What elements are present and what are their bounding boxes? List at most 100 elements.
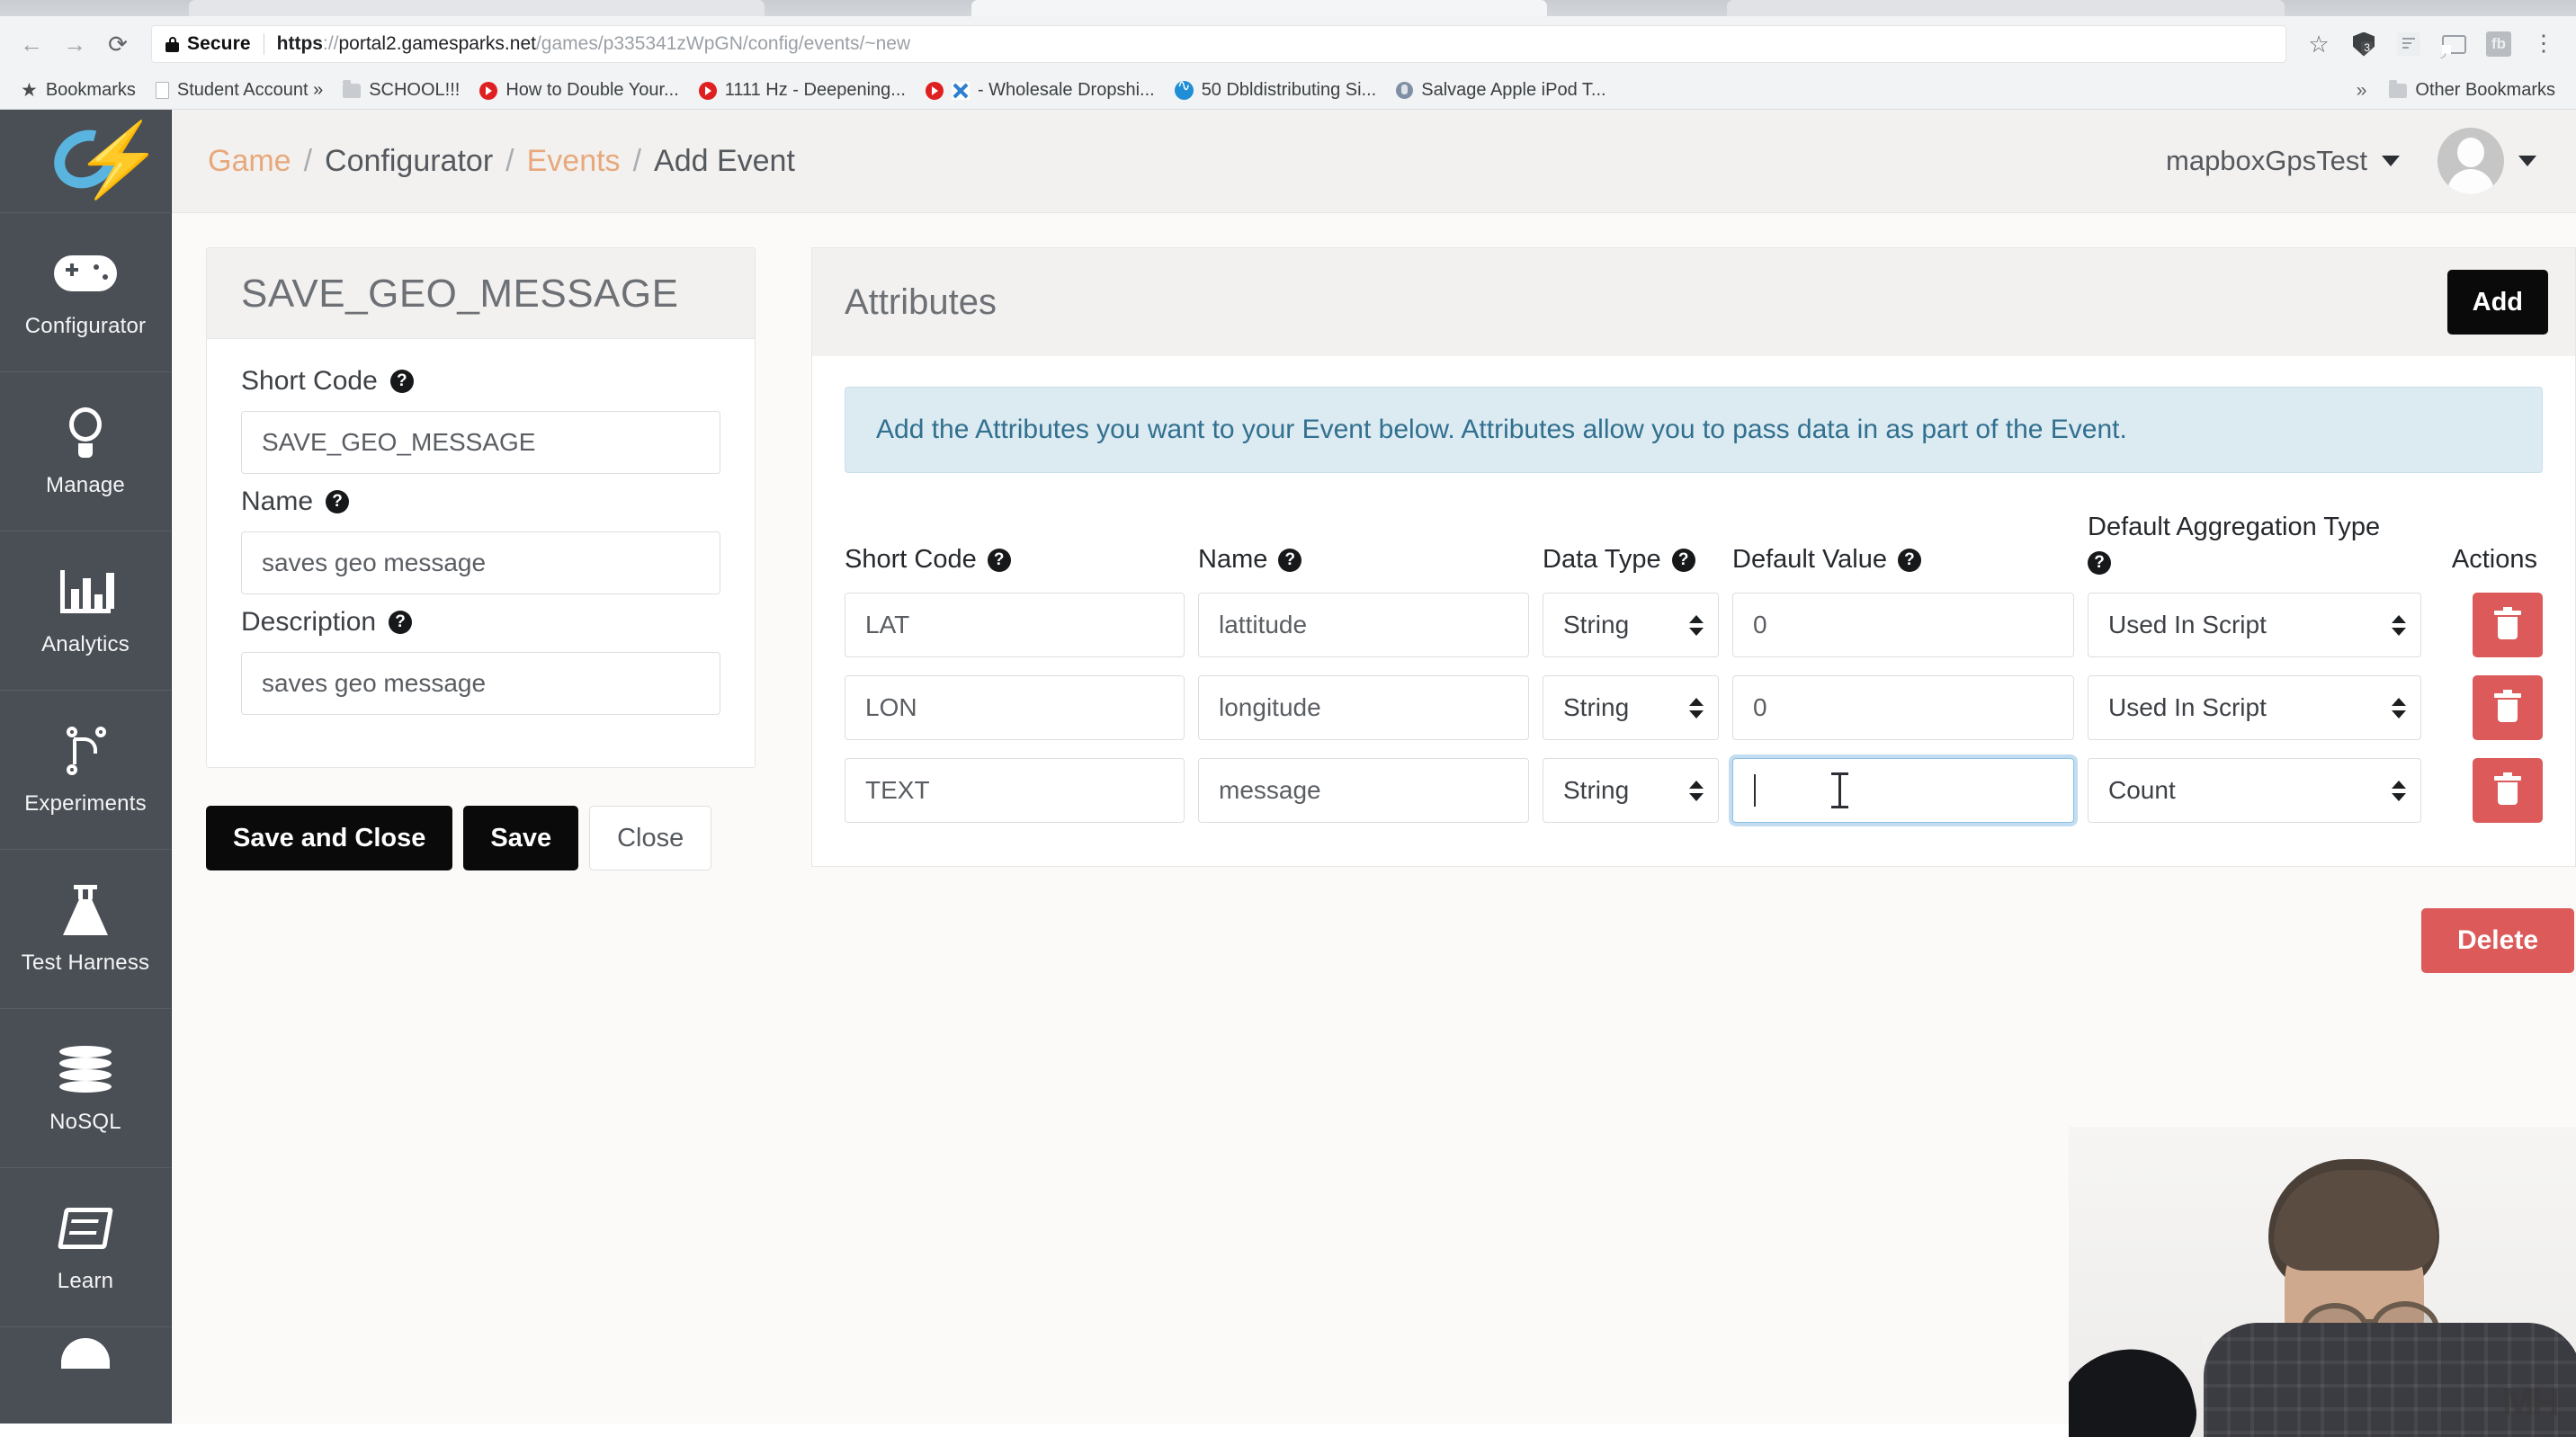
bookmark-item-how-to-double[interactable]: How to Double Your... (470, 76, 688, 106)
adblock-shield-icon[interactable]: 3 (2344, 24, 2384, 64)
back-arrow-icon[interactable]: ← (13, 25, 50, 63)
bookmark-item-bookmarks[interactable]: ★ Bookmarks (11, 76, 146, 106)
row-short-code-input[interactable] (845, 758, 1185, 824)
event-action-buttons: Save and Close Save Close (206, 806, 756, 870)
ublock-icon[interactable]: fb (2479, 24, 2518, 64)
user-menu[interactable] (2437, 128, 2536, 194)
row-aggregation-value: Count (2108, 776, 2176, 805)
row-default-value-input[interactable] (1732, 593, 2074, 658)
sidebar-item-analytics[interactable]: Analytics (0, 531, 171, 691)
row-aggregation-select[interactable]: Used In Script (2088, 675, 2421, 741)
sidebar-item-label: Configurator (24, 314, 147, 338)
main-content: Game / Configurator / Events / Add Event… (172, 110, 2576, 1437)
lock-icon (165, 36, 179, 52)
question-mark-icon[interactable]: ? (987, 548, 1011, 572)
bookmark-item-wholesale-dropship[interactable]: - Wholesale Dropshi... (916, 76, 1165, 106)
sidebar-item-test-harness[interactable]: Test Harness (0, 850, 171, 1009)
close-button[interactable]: Close (589, 806, 712, 870)
question-mark-icon[interactable]: ? (2088, 551, 2111, 576)
row-delete-button[interactable] (2473, 675, 2543, 741)
row-name-input[interactable] (1198, 675, 1529, 741)
sidebar-item-learn[interactable]: Learn (0, 1168, 171, 1327)
sidebar-item-manage[interactable]: Manage (0, 372, 171, 531)
gamesparks-app: ⚡ Configurator Manage Analytics Experime… (0, 110, 2576, 1437)
sidebar-item-partial[interactable] (0, 1327, 171, 1381)
sidebar-item-configurator[interactable]: Configurator (0, 213, 171, 372)
bookmark-star-icon[interactable]: ☆ (2299, 24, 2339, 64)
chrome-menu-icon[interactable]: ⋮ (2524, 24, 2563, 64)
bookmark-label: SCHOOL!!! (369, 80, 461, 100)
tab-strip[interactable] (0, 0, 2576, 16)
save-and-close-button[interactable]: Save and Close (206, 806, 453, 870)
save-button[interactable]: Save (463, 806, 579, 870)
row-aggregation-select[interactable]: Count (2088, 758, 2421, 824)
name-input[interactable] (241, 531, 720, 594)
row-data-type-select[interactable]: String (1543, 593, 1719, 658)
bookmarks-overflow-icon[interactable]: » (2344, 80, 2380, 102)
question-mark-icon[interactable]: ? (1897, 548, 1921, 572)
question-mark-icon[interactable]: ? (1278, 548, 1302, 572)
bookmark-item-student-account[interactable]: Student Account » (146, 76, 333, 106)
row-default-value-input[interactable] (1732, 758, 2074, 824)
gamesparks-logo[interactable]: ⚡ (0, 110, 171, 213)
folder-icon (2389, 79, 2408, 98)
sidebar-item-experiments[interactable]: Experiments (0, 691, 171, 850)
row-default-value-input[interactable] (1732, 675, 2074, 741)
add-attribute-button[interactable]: Add (2446, 270, 2548, 335)
browser-tab[interactable] (971, 0, 1547, 16)
breadcrumb-events[interactable]: Events (527, 144, 621, 179)
breadcrumb-game[interactable]: Game (208, 144, 291, 179)
short-code-input[interactable] (241, 411, 720, 474)
forward-arrow-icon[interactable]: → (56, 25, 94, 63)
question-mark-icon[interactable]: ? (326, 490, 350, 513)
event-details-card: SAVE_GEO_MESSAGE Short Code ? SAVE_GEO_M… (206, 247, 756, 768)
other-bookmarks-folder[interactable]: Other Bookmarks (2379, 76, 2565, 106)
row-data-type-value: String (1563, 611, 1630, 639)
description-input[interactable] (241, 652, 720, 715)
browser-tab[interactable] (1727, 0, 2285, 16)
reload-icon[interactable]: ⟳ (99, 25, 137, 63)
column-label: Default Aggregation Type (2088, 513, 2381, 541)
extension-lines-icon[interactable] (2389, 24, 2428, 64)
address-bar[interactable]: Secure https://portal2.gamesparks.net/ga… (151, 25, 2286, 63)
field-description: Description ? (241, 607, 720, 715)
cloud-icon (61, 1338, 110, 1369)
row-delete-button[interactable] (2473, 758, 2543, 824)
database-icon (59, 1041, 112, 1097)
channel-watermark: MH (2501, 1380, 2560, 1424)
row-short-code-input[interactable] (845, 675, 1185, 741)
row-data-type-select[interactable]: String (1543, 675, 1719, 741)
bookmark-item-1111hz[interactable]: 1111 Hz - Deepening... (689, 76, 916, 106)
row-data-type-select[interactable]: String (1543, 758, 1719, 824)
sidebar-item-label: Experiments (24, 791, 147, 816)
cast-icon[interactable] (2434, 24, 2473, 64)
game-selector[interactable]: mapboxGpsTest (2166, 145, 2400, 177)
row-aggregation-select[interactable]: Used In Script (2088, 593, 2421, 658)
question-mark-icon[interactable]: ? (389, 611, 413, 634)
attributes-footer: Delete (811, 908, 2576, 974)
row-delete-button[interactable] (2473, 593, 2543, 658)
star-icon: ★ (21, 80, 38, 101)
bookmark-item-school[interactable]: SCHOOL!!! (333, 76, 470, 106)
question-mark-icon[interactable]: ? (389, 370, 414, 393)
delete-event-button[interactable]: Delete (2420, 908, 2574, 974)
bookmark-item-salvage-apple-ipod[interactable]: Salvage Apple iPod T... (1386, 76, 1615, 106)
breadcrumb-configurator[interactable]: Configurator (325, 144, 493, 179)
lightbulb-icon (66, 405, 105, 460)
sidebar-item-label: Learn (57, 1269, 114, 1293)
bookmark-label: - Wholesale Dropshi... (977, 80, 1155, 100)
question-mark-icon[interactable]: ? (1671, 548, 1695, 572)
browser-tab[interactable] (189, 0, 765, 16)
game-name-label: mapboxGpsTest (2166, 145, 2367, 176)
row-short-code-input[interactable] (845, 593, 1185, 658)
sidebar-item-nosql[interactable]: NoSQL (0, 1009, 171, 1168)
bookmark-item-dbldistributing[interactable]: 50 Dbldistributing Si... (1165, 76, 1387, 106)
row-name-input[interactable] (1198, 593, 1529, 658)
event-card-header: SAVE_GEO_MESSAGE (207, 248, 755, 339)
row-name-input[interactable] (1198, 758, 1529, 824)
spinner-icon (2392, 697, 2406, 718)
spinner-icon (2392, 614, 2406, 636)
sidebar-item-label: Manage (46, 473, 125, 497)
event-card-body: Short Code ? Name ? (207, 339, 755, 767)
column-label: Short Code (845, 545, 977, 575)
